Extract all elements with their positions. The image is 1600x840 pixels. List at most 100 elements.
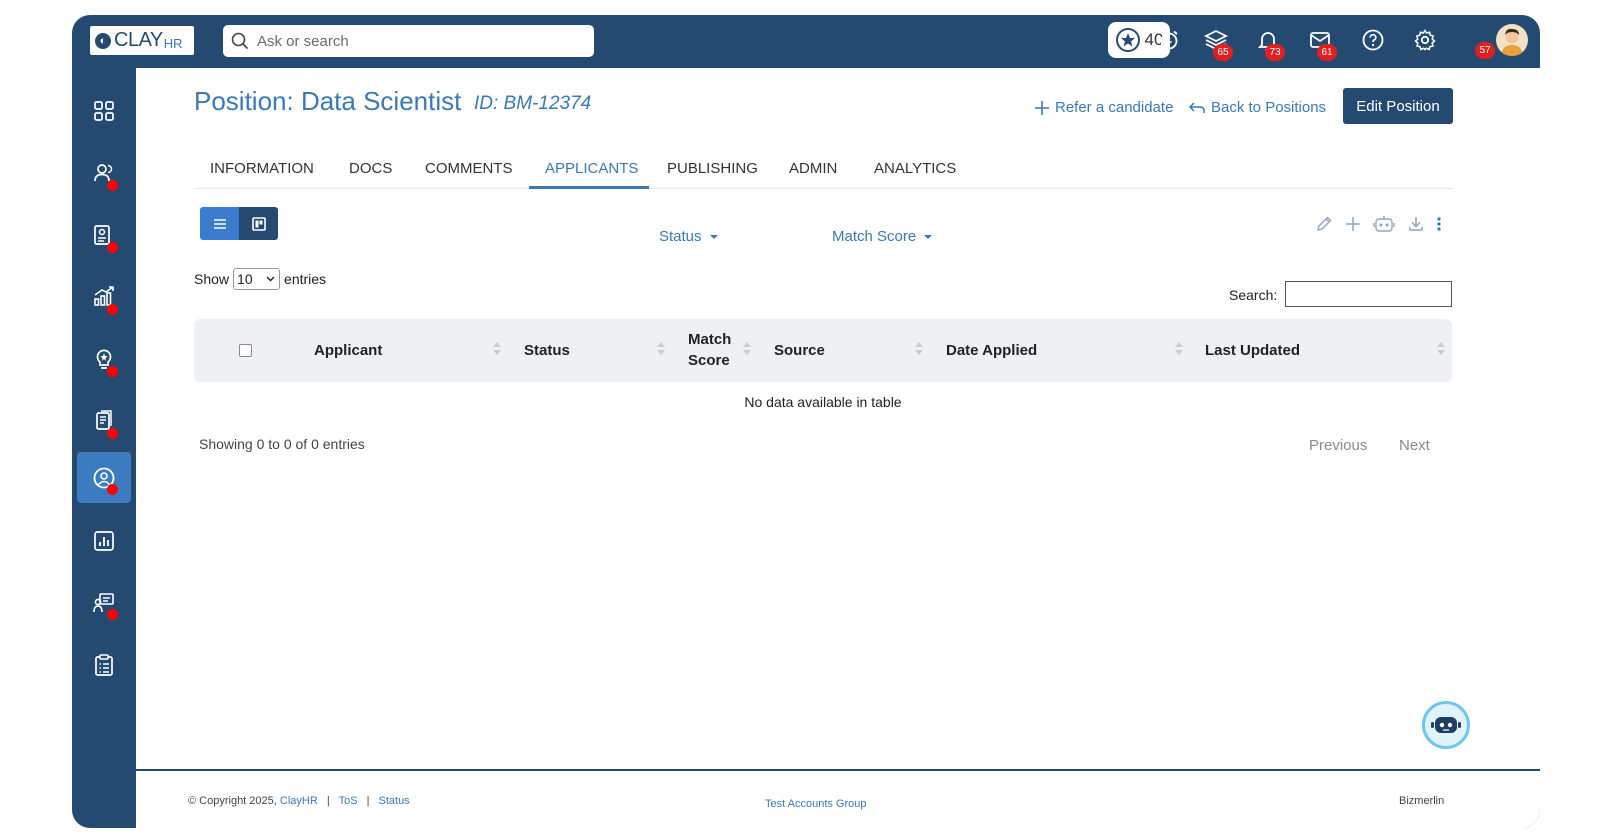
previous-page-button[interactable]: Previous [1309, 437, 1367, 454]
sidebar-item-dashboard[interactable] [77, 85, 131, 136]
position-id: ID: BM-12374 [474, 93, 592, 114]
layers-badge: 65 [1213, 44, 1233, 61]
column-header-applicant[interactable]: Applicant [314, 342, 382, 359]
active-tab-indicator [529, 186, 649, 189]
select-all-checkbox[interactable] [239, 344, 252, 357]
reports-icon [94, 530, 114, 551]
profile-badge: 57 [1475, 42, 1495, 59]
column-header-match[interactable]: Match [688, 331, 731, 348]
caret-down-icon [924, 234, 933, 239]
sidebar-item-reports[interactable] [77, 515, 131, 566]
sort-icon[interactable] [1175, 341, 1183, 357]
tab-information[interactable]: INFORMATION [210, 160, 314, 177]
status-link[interactable]: Status [379, 795, 410, 807]
notifications-badge: 73 [1265, 44, 1285, 61]
chatbot-icon [1431, 717, 1461, 733]
settings-gear-icon[interactable] [1412, 27, 1438, 53]
table-search-input[interactable] [1285, 281, 1452, 307]
list-view-button[interactable] [200, 207, 239, 240]
sidebar-item-ideas[interactable] [77, 333, 131, 384]
next-page-button[interactable]: Next [1399, 437, 1430, 454]
id-card-alert-dot [107, 242, 118, 253]
tab-applicants[interactable]: APPLICANTS [545, 160, 638, 177]
app-window: ◐ CLAY HR Ask or search 40 65 73 61 57 P… [72, 15, 1540, 828]
tab-admin[interactable]: ADMIN [789, 160, 837, 177]
edit-position-button[interactable]: Edit Position [1343, 88, 1453, 124]
sort-icon[interactable] [493, 341, 501, 357]
column-header-last-updated[interactable]: Last Updated [1205, 342, 1300, 359]
logo-suffix: HR [163, 35, 183, 51]
sort-icon[interactable] [743, 341, 751, 357]
position-tabs: INFORMATION DOCS COMMENTS APPLICANTS PUB… [194, 146, 1452, 189]
sidebar-item-training[interactable] [77, 577, 131, 628]
sidebar-item-documents[interactable] [77, 395, 131, 446]
list-icon [213, 218, 226, 229]
refer-candidate-link[interactable]: Refer a candidate [1034, 99, 1173, 116]
sort-icon[interactable] [657, 341, 665, 357]
empty-table-message: No data available in table [744, 394, 902, 410]
footer-separator: | [326, 795, 330, 807]
pencil-icon[interactable] [1314, 214, 1334, 234]
people-alert-dot [107, 180, 118, 191]
plus-icon [1035, 100, 1049, 115]
ai-robot-icon[interactable] [1372, 214, 1396, 234]
copyright-text: © Copyright 2025, [188, 795, 277, 807]
tab-analytics[interactable]: ANALYTICS [874, 160, 956, 177]
checklist-icon [95, 653, 113, 676]
column-header-date-applied[interactable]: Date Applied [946, 342, 1037, 359]
kanban-icon [251, 216, 266, 231]
column-header-score[interactable]: Score [688, 352, 730, 369]
page-title: Position: Data Scientist [194, 86, 462, 116]
tab-comments[interactable]: COMMENTS [425, 160, 513, 177]
download-icon[interactable] [1406, 214, 1426, 234]
status-filter-label: Status [659, 228, 702, 245]
clayhr-link[interactable]: ClayHR [280, 795, 318, 807]
company-name: Bizmerlin [1399, 795, 1445, 807]
tos-link[interactable]: ToS [339, 795, 358, 807]
messages-badge: 61 [1317, 44, 1337, 61]
sidebar [72, 68, 136, 828]
sort-icon[interactable] [1437, 341, 1445, 357]
sort-icon[interactable] [915, 341, 923, 357]
back-arrow-icon [1188, 101, 1205, 113]
star-icon [1115, 28, 1140, 52]
main-panel: Position: Data Scientist ID: BM-12374 Re… [136, 68, 1540, 828]
page-size-select[interactable]: 10 [233, 268, 281, 290]
chevron-down-icon [266, 276, 275, 282]
more-options-icon[interactable] [1434, 214, 1444, 234]
account-group-link[interactable]: Test Accounts Group [765, 798, 867, 810]
dashboard-icon [94, 100, 114, 121]
search-placeholder: Ask or search [257, 32, 349, 50]
status-filter-dropdown[interactable]: Status [659, 228, 718, 245]
sidebar-item-checklist[interactable] [77, 639, 131, 690]
applicants-table-header: Applicant Status Match Score Source Date… [194, 319, 1452, 382]
board-view-button[interactable] [239, 207, 278, 240]
tab-publishing[interactable]: PUBLISHING [667, 160, 758, 177]
sidebar-item-people[interactable] [77, 147, 131, 198]
sidebar-item-id-card[interactable] [77, 209, 131, 260]
alarm-clock-icon[interactable] [1156, 27, 1182, 53]
global-search-input[interactable]: Ask or search [223, 25, 594, 57]
column-header-status[interactable]: Status [524, 342, 570, 359]
user-avatar[interactable] [1496, 24, 1528, 56]
ideas-alert-dot [107, 366, 118, 377]
sidebar-item-recruiting[interactable] [77, 452, 131, 503]
tab-docs[interactable]: DOCS [349, 160, 392, 177]
add-icon[interactable] [1343, 214, 1363, 234]
clayhr-logo[interactable]: ◐ CLAY HR [90, 26, 194, 55]
match-score-filter-dropdown[interactable]: Match Score [832, 228, 933, 245]
back-to-positions-link[interactable]: Back to Positions [1188, 99, 1326, 116]
chatbot-button[interactable] [1422, 701, 1470, 749]
help-icon[interactable] [1360, 27, 1386, 53]
page-size-value: 10 [237, 271, 253, 287]
caret-down-icon [709, 234, 718, 239]
logo-mark-icon: ◐ [95, 32, 111, 49]
column-header-source[interactable]: Source [774, 342, 825, 359]
logo-text: CLAY [114, 29, 163, 51]
back-to-positions-label: Back to Positions [1211, 99, 1327, 116]
page-size-control: Show 10 entries [194, 268, 326, 290]
sidebar-item-growth[interactable] [77, 271, 131, 322]
documents-alert-dot [107, 428, 118, 439]
refer-candidate-label: Refer a candidate [1055, 99, 1174, 116]
table-info: Showing 0 to 0 of 0 entries [199, 436, 365, 452]
